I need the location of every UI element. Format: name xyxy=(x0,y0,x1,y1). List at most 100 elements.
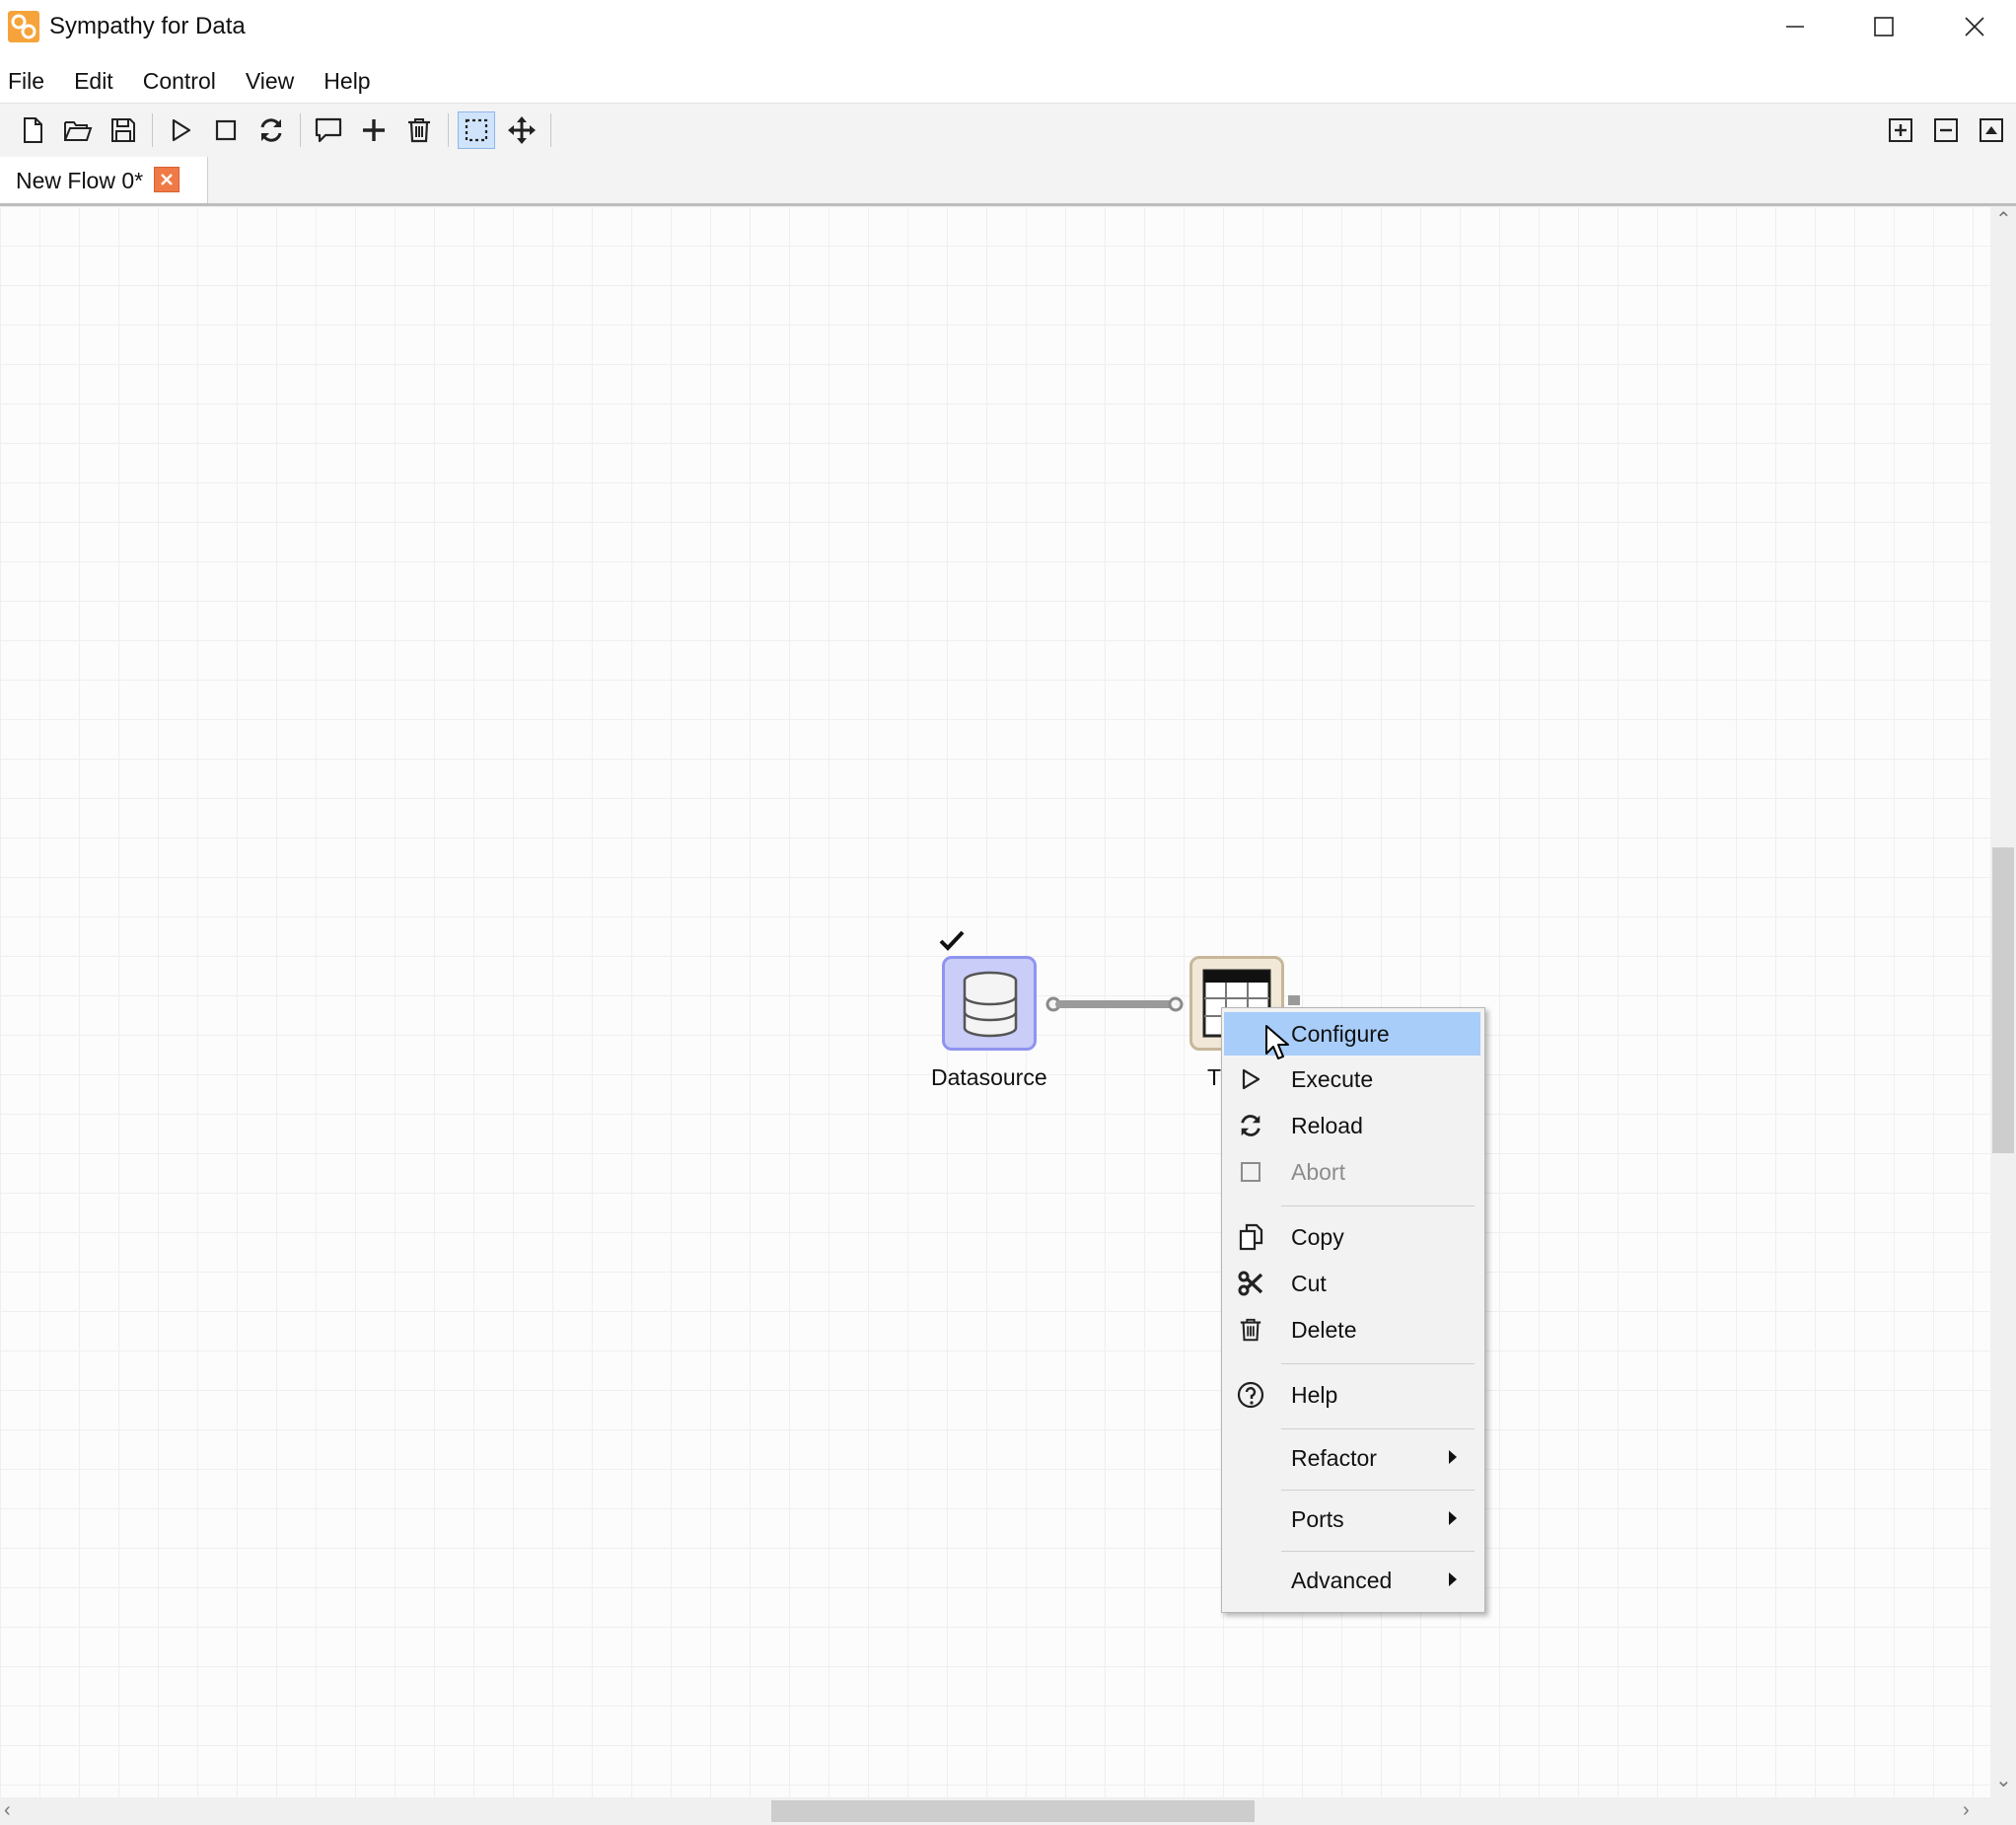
delete-icon xyxy=(408,118,430,143)
window-title: Sympathy for Data xyxy=(49,13,246,39)
vertical-scroll-thumb[interactable] xyxy=(1992,847,2014,1153)
minimize-icon xyxy=(1786,26,1804,28)
save-button[interactable] xyxy=(105,111,142,149)
menu-item-refactor[interactable]: Refactor xyxy=(1224,1436,1480,1480)
menu-control[interactable]: Control xyxy=(128,61,231,101)
app-logo-icon xyxy=(8,11,39,42)
tab-label: New Flow 0* xyxy=(16,168,144,193)
menu-item-reload[interactable]: Reload xyxy=(1224,1104,1480,1147)
move-icon xyxy=(508,116,536,144)
close-window-button[interactable] xyxy=(1929,0,2016,53)
add-text-button[interactable] xyxy=(310,111,347,149)
menu-item-label: Advanced xyxy=(1291,1568,1393,1593)
vertical-scrollbar[interactable]: ⌃ ⌄ xyxy=(1990,206,2016,1797)
toolbar xyxy=(0,103,2016,158)
table-node-label: T xyxy=(1207,1064,1222,1090)
executed-check-icon xyxy=(939,930,965,957)
menu-item-copy[interactable]: Copy xyxy=(1224,1215,1480,1259)
collapse-up-icon xyxy=(1980,118,2003,142)
expand-icon xyxy=(1889,118,1912,142)
menu-view[interactable]: View xyxy=(231,61,309,101)
menu-item-label: Cut xyxy=(1291,1271,1327,1296)
node-connection[interactable] xyxy=(1044,993,1188,1015)
open-folder-icon xyxy=(64,121,93,141)
trash-icon xyxy=(1236,1315,1265,1345)
reload-icon xyxy=(260,118,282,142)
add-node-button[interactable] xyxy=(355,111,393,149)
scroll-down-icon[interactable]: ⌄ xyxy=(1995,1771,2012,1790)
tab-close-button[interactable] xyxy=(154,167,180,192)
tab-bar: New Flow 0* xyxy=(0,157,2016,206)
scroll-right-icon[interactable]: › xyxy=(1963,1800,1970,1820)
menu-bar: File Edit Control View Help xyxy=(0,61,386,101)
scrollbar-corner xyxy=(1990,1797,2016,1825)
close-icon xyxy=(1965,17,1984,36)
delete-button[interactable] xyxy=(400,111,438,149)
menu-edit[interactable]: Edit xyxy=(59,61,128,101)
scroll-up-icon[interactable]: ⌃ xyxy=(1995,210,2012,230)
open-button[interactable] xyxy=(59,111,97,149)
execute-button[interactable] xyxy=(162,111,199,149)
reload-icon xyxy=(1236,1111,1265,1140)
help-icon xyxy=(1236,1380,1265,1410)
collapse-icon xyxy=(1934,118,1958,142)
menu-item-label: Configure xyxy=(1291,1021,1390,1047)
menu-help[interactable]: Help xyxy=(309,61,385,101)
submenu-arrow-icon xyxy=(1449,1511,1457,1525)
stop-icon xyxy=(215,119,237,141)
mouse-cursor-icon xyxy=(1264,1024,1290,1066)
zoom-out-button[interactable] xyxy=(1927,111,1965,149)
scissors-icon xyxy=(1236,1269,1265,1298)
menu-item-cut[interactable]: Cut xyxy=(1224,1262,1480,1305)
stop-button[interactable] xyxy=(207,111,245,149)
copy-icon xyxy=(1236,1222,1265,1252)
fit-view-button[interactable] xyxy=(1973,111,2010,149)
select-tool-button[interactable] xyxy=(458,111,495,149)
reload-button[interactable] xyxy=(252,111,290,149)
zoom-in-button[interactable] xyxy=(1882,111,1919,149)
menu-file[interactable]: File xyxy=(0,61,59,101)
submenu-arrow-icon xyxy=(1449,1450,1457,1464)
menu-item-help[interactable]: Help xyxy=(1224,1373,1480,1417)
menu-item-label: Reload xyxy=(1291,1113,1363,1138)
comment-icon xyxy=(315,117,342,143)
database-icon xyxy=(963,971,1018,1038)
select-icon xyxy=(465,118,488,142)
move-tool-button[interactable] xyxy=(503,111,540,149)
tab-new-flow[interactable]: New Flow 0* xyxy=(0,157,208,203)
add-icon xyxy=(363,119,385,141)
menu-item-label: Refactor xyxy=(1291,1445,1377,1471)
output-port[interactable] xyxy=(1288,995,1300,1005)
new-file-icon xyxy=(24,117,42,143)
menu-item-label: Copy xyxy=(1291,1224,1344,1250)
maximize-button[interactable] xyxy=(1838,0,1929,53)
menu-item-configure[interactable]: Configure xyxy=(1224,1012,1480,1056)
context-menu: Configure Execute Reload Abort Copy Cut … xyxy=(1221,1007,1485,1613)
datasource-node[interactable] xyxy=(942,956,1037,1051)
horizontal-scroll-thumb[interactable] xyxy=(771,1800,1255,1822)
new-flow-button[interactable] xyxy=(14,111,51,149)
minimize-button[interactable] xyxy=(1750,0,1840,53)
play-icon xyxy=(1236,1064,1265,1094)
play-icon xyxy=(172,118,191,142)
menu-item-execute[interactable]: Execute xyxy=(1224,1058,1480,1101)
menu-item-label: Help xyxy=(1291,1382,1338,1408)
menu-item-abort: Abort xyxy=(1224,1150,1480,1194)
save-icon xyxy=(111,118,135,142)
datasource-node-label: Datasource xyxy=(931,1064,1047,1090)
menu-item-label: Ports xyxy=(1291,1506,1344,1532)
maximize-icon xyxy=(1874,17,1894,36)
stop-icon xyxy=(1236,1157,1265,1187)
menu-item-advanced[interactable]: Advanced xyxy=(1224,1559,1480,1602)
menu-item-label: Abort xyxy=(1291,1159,1345,1185)
menu-item-delete[interactable]: Delete xyxy=(1224,1308,1480,1351)
menu-item-label: Execute xyxy=(1291,1066,1374,1092)
submenu-arrow-icon xyxy=(1449,1572,1457,1586)
menu-item-label: Delete xyxy=(1291,1317,1357,1343)
scroll-left-icon[interactable]: ‹ xyxy=(4,1800,11,1820)
flow-canvas[interactable]: Datasource T xyxy=(0,206,1990,1797)
close-icon xyxy=(161,174,173,185)
menu-item-ports[interactable]: Ports xyxy=(1224,1497,1480,1541)
horizontal-scrollbar[interactable]: ‹ › xyxy=(0,1797,1990,1825)
title-bar: Sympathy for Data xyxy=(0,0,2016,53)
